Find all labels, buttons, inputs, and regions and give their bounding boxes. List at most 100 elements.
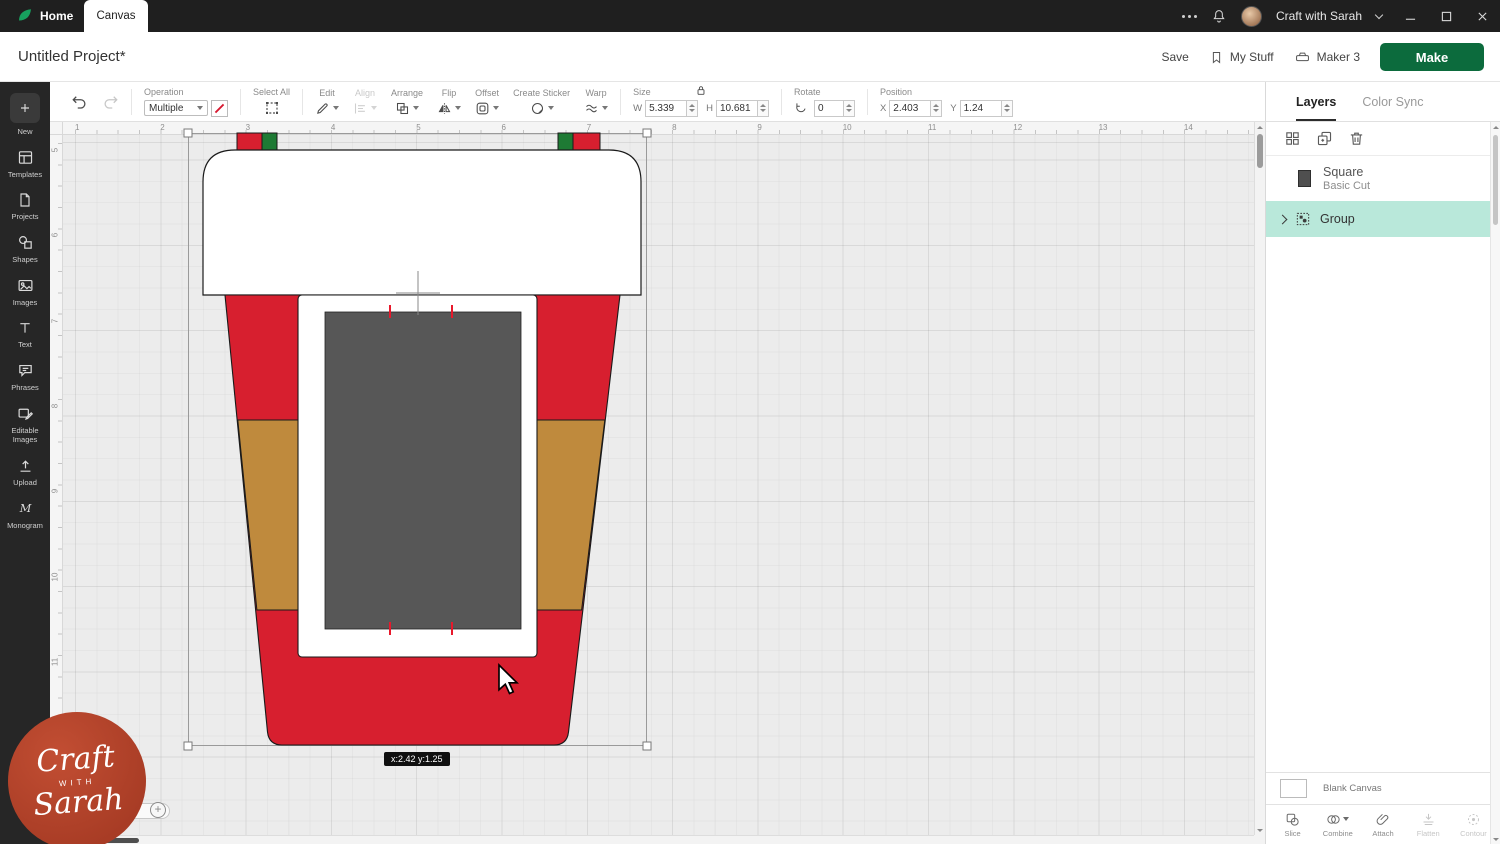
sidebar-item-phrases[interactable]: Phrases (0, 356, 50, 399)
chevron-down-icon (197, 106, 203, 110)
sidebar-item-images[interactable]: Images (0, 271, 50, 314)
duplicate-icon[interactable] (1316, 130, 1333, 147)
layer-swatch (1298, 170, 1311, 187)
home-button[interactable]: Home (40, 9, 73, 23)
tab-canvas[interactable]: Canvas (84, 0, 148, 32)
attach-icon (1376, 812, 1391, 827)
position-y-stepper[interactable] (1002, 100, 1013, 117)
flatten-button: Flatten (1406, 805, 1451, 844)
rotate-icon[interactable] (794, 101, 808, 115)
chevron-down-icon[interactable] (1343, 817, 1349, 821)
chevron-right-icon[interactable] (1278, 214, 1288, 224)
trash-icon[interactable] (1348, 130, 1365, 147)
scroll-down-icon[interactable] (1491, 834, 1500, 844)
tab-color-sync[interactable]: Color Sync (1362, 82, 1423, 121)
slice-button[interactable]: Slice (1270, 805, 1315, 844)
svg-text:M: M (18, 501, 31, 515)
scroll-thumb[interactable] (1493, 135, 1498, 225)
upload-icon (17, 457, 34, 474)
flip-dropdown[interactable]: Flip (437, 88, 461, 116)
blend-icon[interactable] (1284, 130, 1301, 147)
sidebar-item-editable-images[interactable]: Editable Images (0, 399, 50, 451)
blank-canvas-row[interactable]: Blank Canvas (1266, 772, 1500, 804)
edit-toolbar: Operation Multiple Select All Edit (50, 82, 1265, 122)
canvas-vertical-scrollbar[interactable] (1254, 122, 1265, 835)
scroll-up-icon[interactable] (1491, 122, 1500, 132)
machine-selector[interactable]: Maker 3 (1294, 50, 1360, 65)
templates-icon (17, 149, 34, 166)
chevron-down-icon[interactable] (1375, 10, 1383, 18)
chevron-down-icon (602, 106, 608, 110)
attach-button[interactable]: Attach (1360, 805, 1405, 844)
height-field[interactable]: H 10.681 (706, 100, 769, 117)
contour-icon (1466, 812, 1481, 827)
close-button[interactable] (1464, 0, 1500, 32)
canvas-color-swatch[interactable] (1280, 779, 1307, 798)
combine-button[interactable]: Combine (1315, 805, 1360, 844)
user-menu[interactable]: Craft with Sarah (1276, 9, 1362, 23)
linetype-color-swatch[interactable] (211, 100, 228, 117)
rotate-stepper[interactable] (844, 100, 855, 117)
ruler-top: 1234567891011121314 (63, 122, 1254, 135)
scrollbar-corner (1254, 835, 1265, 844)
chevron-down-icon (548, 106, 554, 110)
zoom-in-button[interactable]: + (150, 802, 166, 818)
position-x-stepper[interactable] (931, 100, 942, 117)
chevron-down-icon (413, 106, 419, 110)
design-canvas[interactable]: 1234567891011121314 567891011 (50, 122, 1265, 844)
scroll-up-icon[interactable] (1255, 122, 1265, 132)
combine-icon (1326, 812, 1341, 827)
minimize-button[interactable] (1392, 0, 1428, 32)
sidebar-item-upload[interactable]: Upload (0, 451, 50, 494)
arrange-dropdown[interactable]: Arrange (391, 88, 423, 116)
notifications-bell-icon[interactable] (1211, 8, 1227, 24)
redo-icon[interactable] (101, 93, 119, 111)
edit-dropdown[interactable]: Edit (315, 88, 339, 116)
select-all-button[interactable]: Select All (253, 87, 290, 116)
sidebar-item-templates[interactable]: Templates (0, 143, 50, 186)
position-x-field[interactable]: X 2.403 (880, 100, 942, 117)
make-button[interactable]: Make (1380, 43, 1484, 71)
slice-icon (1285, 812, 1300, 827)
position-y-field[interactable]: Y 1.24 (950, 100, 1012, 117)
scroll-down-icon[interactable] (1255, 825, 1265, 835)
page-title: Untitled Project* (18, 48, 126, 65)
save-button[interactable]: Save (1161, 50, 1188, 64)
layer-row-square[interactable]: Square Basic Cut (1266, 156, 1500, 201)
width-field[interactable]: W 5.339 (633, 100, 698, 117)
operation-label: Operation (144, 87, 184, 97)
canvas-grid[interactable] (63, 135, 1254, 835)
more-menu-icon[interactable] (1182, 15, 1197, 18)
tab-layers[interactable]: Layers (1296, 82, 1336, 121)
height-stepper[interactable] (758, 100, 769, 117)
undo-icon[interactable] (71, 93, 89, 111)
maximize-button[interactable] (1428, 0, 1464, 32)
avatar[interactable] (1241, 6, 1262, 27)
offset-dropdown[interactable]: Offset (475, 88, 499, 116)
flatten-icon (1421, 812, 1436, 827)
rotate-field[interactable]: 0 (814, 100, 855, 117)
scroll-thumb[interactable] (1257, 134, 1263, 168)
canvas-horizontal-scrollbar[interactable] (50, 835, 1254, 844)
panel-scrollbar[interactable] (1490, 122, 1500, 844)
lock-icon[interactable] (695, 84, 708, 97)
warp-icon (584, 101, 599, 116)
chevron-down-icon (371, 106, 377, 110)
operation-dropdown[interactable]: Multiple (144, 100, 208, 116)
sidebar-item-new[interactable]: New (0, 87, 50, 143)
sidebar-item-text[interactable]: Text (0, 314, 50, 356)
position-tooltip: x:2.42 y:1.25 (384, 752, 450, 766)
width-stepper[interactable] (687, 100, 698, 117)
layer-row-group[interactable]: Group (1266, 201, 1500, 237)
monogram-icon: M (17, 500, 34, 517)
sidebar-item-projects[interactable]: Projects (0, 186, 50, 228)
warp-dropdown[interactable]: Warp (584, 88, 608, 116)
chevron-down-icon (493, 106, 499, 110)
sticker-icon (530, 101, 545, 116)
create-sticker-dropdown[interactable]: Create Sticker (513, 88, 570, 116)
sidebar-item-monogram[interactable]: M Monogram (0, 494, 50, 537)
machine-icon (1294, 50, 1311, 65)
sidebar-item-shapes[interactable]: Shapes (0, 228, 50, 271)
my-stuff-button[interactable]: My Stuff (1209, 50, 1274, 65)
align-icon (353, 101, 368, 116)
